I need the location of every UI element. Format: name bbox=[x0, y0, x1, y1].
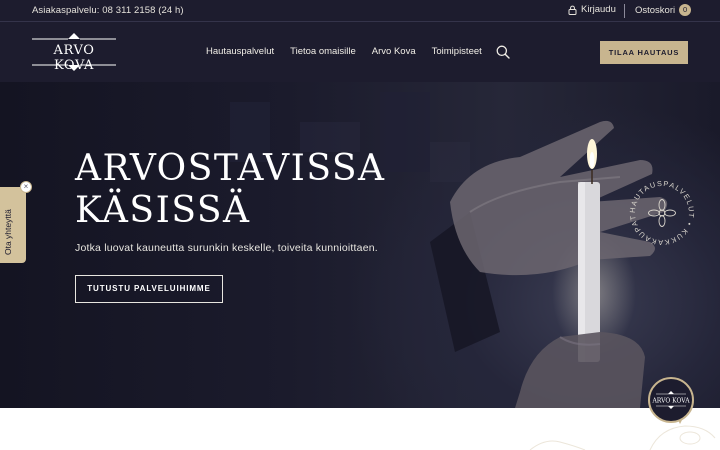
nav-item-hautauspalvelut[interactable]: Hautauspalvelut bbox=[206, 46, 274, 57]
nav-item-tietoa-omaisille[interactable]: Tietoa omaisille bbox=[290, 46, 356, 57]
topbar-divider bbox=[624, 4, 625, 18]
content-section bbox=[0, 408, 720, 450]
hero-title-line-1: ARVOSTAVISSA bbox=[75, 148, 386, 189]
customer-service-phone[interactable]: Asiakaspalvelu: 08 311 2158 (24 h) bbox=[32, 5, 184, 16]
close-icon[interactable]: × bbox=[20, 181, 32, 193]
main-nav: Hautauspalvelut Tietoa omaisille Arvo Ko… bbox=[206, 46, 482, 57]
logo-text: ARVO KOVA bbox=[53, 43, 95, 73]
flower-icon bbox=[648, 199, 676, 227]
contact-side-tab[interactable]: Ota yhteyttä bbox=[0, 187, 26, 263]
login-link[interactable]: Kirjaudu bbox=[568, 4, 616, 15]
search-icon[interactable] bbox=[496, 45, 510, 59]
badge-ring-text: HAUTAUSPALVELUT • KUKKAKAUPAT • bbox=[627, 178, 696, 247]
nav-item-arvo-kova[interactable]: Arvo Kova bbox=[372, 46, 416, 57]
arvo-kova-logo[interactable]: ARVO KOVA bbox=[32, 30, 116, 74]
hero-section: ARVOSTAVISSA KÄSISSÄ Jotka luovat kauneu… bbox=[0, 82, 720, 408]
cart-link[interactable]: Ostoskori 0 bbox=[635, 4, 692, 16]
order-funeral-button[interactable]: TILAA HAUTAUS bbox=[600, 41, 688, 64]
cart-label: Ostoskori bbox=[635, 4, 676, 16]
explore-services-button[interactable]: TUTUSTU PALVELUIHIMME bbox=[75, 275, 223, 303]
hero-title: ARVOSTAVISSA KÄSISSÄ bbox=[75, 148, 495, 232]
nav-item-toimipisteet[interactable]: Toimipisteet bbox=[432, 46, 482, 57]
chat-logo-text: ARVO KOVA bbox=[651, 398, 690, 405]
top-bar: Asiakaspalvelu: 08 311 2158 (24 h) Kirja… bbox=[0, 0, 720, 22]
chat-icon[interactable]: ARVO KOVA bbox=[647, 376, 695, 424]
floral-decoration bbox=[529, 425, 716, 450]
login-label: Kirjaudu bbox=[581, 4, 616, 15]
hero-subtitle: Jotka luovat kauneutta surunkin keskelle… bbox=[75, 242, 378, 254]
services-badge: HAUTAUSPALVELUT • KUKKAKAUPAT • bbox=[627, 178, 696, 247]
cart-count-badge: 0 bbox=[679, 4, 692, 16]
contact-tab-label: Ota yhteyttä bbox=[3, 209, 13, 255]
hero-title-line-2: KÄSISSÄ bbox=[75, 190, 251, 231]
lock-icon bbox=[568, 5, 577, 15]
